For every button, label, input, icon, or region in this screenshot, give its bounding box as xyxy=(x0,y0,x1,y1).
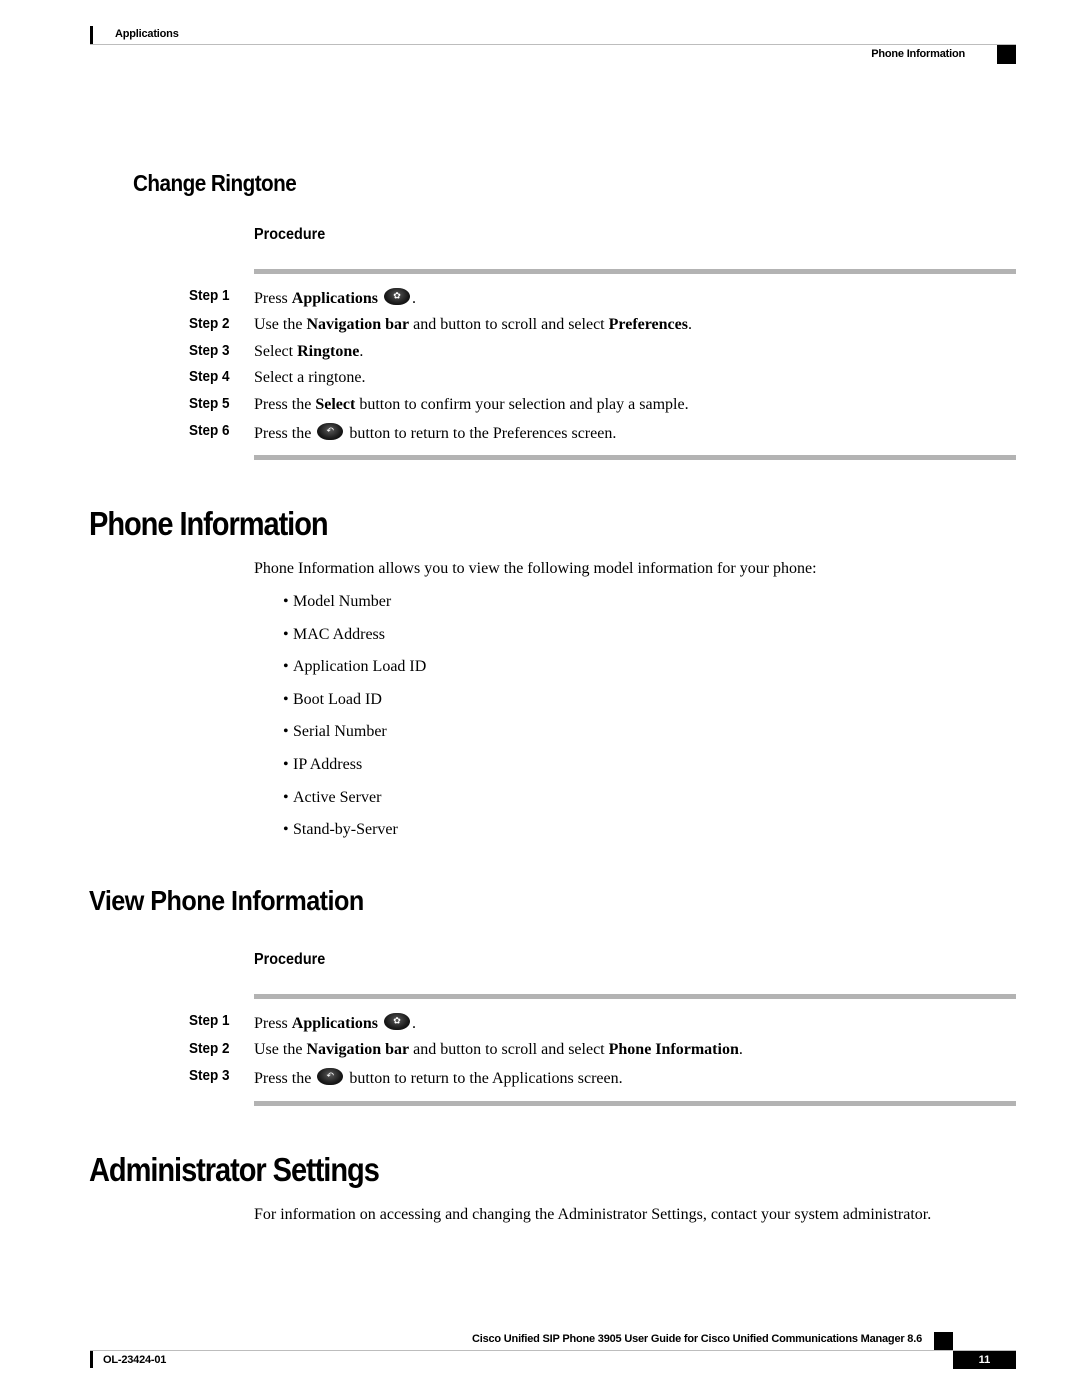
list-item-text: Active Server xyxy=(293,788,382,806)
footer-left-bar xyxy=(90,1351,93,1368)
step-text: Press the ↶ button to return to the Pref… xyxy=(254,423,617,442)
step-emphasis: Select xyxy=(315,396,356,413)
list-item-text: IP Address xyxy=(293,756,363,773)
step-emphasis: Navigation bar xyxy=(306,1041,410,1058)
change-ringtone-step: Step 3 Select Ringtone. xyxy=(0,342,1080,366)
phone-information-list-item: • IP Address xyxy=(283,756,362,774)
step-label: Step 3 xyxy=(189,342,230,359)
change-ringtone-step: Step 6 Press the ↶ button to return to th… xyxy=(0,422,1080,446)
step-text: Select a ringtone. xyxy=(254,369,366,386)
header-chapter: Applications xyxy=(115,28,179,40)
change-ringtone-procedure-top-rule xyxy=(254,269,1016,274)
step-emphasis: Applications xyxy=(291,290,379,307)
footer-guide-title: Cisco Unified SIP Phone 3905 User Guide … xyxy=(472,1333,922,1345)
applications-button-icon: ✿ xyxy=(384,1013,411,1030)
administrator-settings-heading: Administrator Settings xyxy=(89,1151,380,1188)
list-item-text: Serial Number xyxy=(293,723,387,741)
phone-information-list-item: • Model Number xyxy=(283,593,391,611)
footer-doc-id: OL-23424-01 xyxy=(103,1354,167,1366)
bullet-icon: • xyxy=(283,723,289,741)
phone-information-list-item: • Active Server xyxy=(283,789,381,807)
step-label: Step 2 xyxy=(189,315,230,332)
step-label: Step 2 xyxy=(189,1040,230,1057)
view-phone-information-procedure-top-rule xyxy=(254,994,1016,999)
change-ringtone-procedure-label: Procedure xyxy=(254,226,326,243)
step-text: Press Applications ✿. xyxy=(254,1013,417,1032)
phone-information-list-item: • Stand-by-Server xyxy=(283,821,398,839)
step-emphasis: Preferences xyxy=(608,316,688,333)
step-text: Press the ↶ button to return to the Appl… xyxy=(254,1068,623,1087)
bullet-icon: • xyxy=(283,593,289,610)
bullet-icon: • xyxy=(283,625,289,643)
step-emphasis: Phone Information xyxy=(608,1041,739,1058)
header-right-block xyxy=(997,45,1016,64)
phone-information-list-item: • MAC Address xyxy=(283,626,385,644)
footer-page-number: 11 xyxy=(953,1351,1016,1369)
back-button-icon: ↶ xyxy=(317,1068,344,1085)
header-section: Phone Information xyxy=(871,48,965,60)
change-ringtone-step: Step 4 Select a ringtone. xyxy=(0,368,1080,392)
phone-information-list-item: • Boot Load ID xyxy=(283,691,382,709)
change-ringtone-step: Step 1 Press Applications ✿. xyxy=(0,287,1080,311)
back-button-glyph-icon: ↶ xyxy=(326,426,335,436)
header-rule xyxy=(90,44,1016,45)
bullet-icon: • xyxy=(283,756,289,773)
footer-title-block xyxy=(934,1332,953,1351)
list-item-text: Model Number xyxy=(293,593,392,610)
view-phone-information-heading: View Phone Information xyxy=(89,885,364,916)
step-text: Use the Navigation bar and button to scr… xyxy=(254,1041,743,1058)
view-phone-information-step: Step 2 Use the Navigation bar and button … xyxy=(0,1040,1080,1064)
step-text: Select Ringtone. xyxy=(254,343,364,360)
change-ringtone-step: Step 5 Press the Select button to confirm… xyxy=(0,395,1080,419)
step-label: Step 1 xyxy=(189,287,230,304)
phone-information-intro: Phone Information allows you to view the… xyxy=(254,560,817,577)
change-ringtone-heading: Change Ringtone xyxy=(133,170,297,196)
applications-button-glyph-icon: ✿ xyxy=(393,1016,401,1026)
footer-rule xyxy=(90,1350,1016,1351)
step-label: Step 6 xyxy=(189,422,230,439)
step-label: Step 3 xyxy=(189,1067,230,1084)
list-item-text: MAC Address xyxy=(293,625,386,643)
step-emphasis: Ringtone xyxy=(297,343,360,360)
change-ringtone-procedure-bottom-rule xyxy=(254,455,1016,460)
change-ringtone-step: Step 2 Use the Navigation bar and button … xyxy=(0,315,1080,339)
view-phone-information-procedure-bottom-rule xyxy=(254,1101,1016,1106)
list-item-text: Application Load ID xyxy=(293,658,427,676)
list-item-text: Stand-by-Server xyxy=(293,821,398,839)
step-label: Step 5 xyxy=(189,395,230,412)
bullet-icon: • xyxy=(283,658,289,676)
bullet-icon: • xyxy=(283,690,289,708)
step-label: Step 4 xyxy=(189,368,230,385)
phone-information-list-item: • Application Load ID xyxy=(283,658,426,676)
bullet-icon: • xyxy=(283,788,289,806)
list-item-text: Boot Load ID xyxy=(293,690,382,708)
back-button-icon: ↶ xyxy=(317,423,344,440)
bullet-icon: • xyxy=(283,821,289,839)
phone-information-list-item: • Serial Number xyxy=(283,723,387,741)
step-text: Use the Navigation bar and button to scr… xyxy=(254,316,692,333)
back-button-glyph-icon: ↶ xyxy=(326,1071,335,1081)
step-emphasis: Applications xyxy=(291,1015,379,1032)
view-phone-information-step: Step 3 Press the ↶ button to return to th… xyxy=(0,1067,1080,1091)
applications-button-icon: ✿ xyxy=(384,288,411,305)
step-text: Press Applications ✿. xyxy=(254,288,417,307)
header-left-bar xyxy=(90,26,93,44)
step-emphasis: Navigation bar xyxy=(306,316,410,333)
view-phone-information-procedure-label: Procedure xyxy=(254,951,326,968)
step-text: Press the Select button to confirm your … xyxy=(254,396,689,413)
administrator-settings-text: For information on accessing and changin… xyxy=(254,1206,932,1223)
phone-information-heading: Phone Information xyxy=(89,505,329,542)
applications-button-glyph-icon: ✿ xyxy=(393,291,401,301)
step-label: Step 1 xyxy=(189,1012,230,1029)
view-phone-information-step: Step 1 Press Applications ✿. xyxy=(0,1012,1080,1036)
